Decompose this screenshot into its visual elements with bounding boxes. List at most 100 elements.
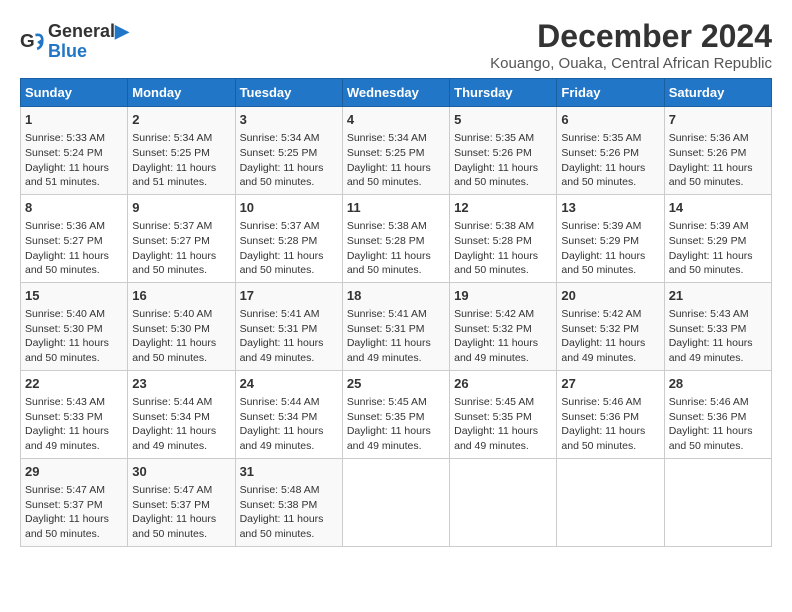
day-number: 28: [669, 375, 767, 393]
sunset-text: Sunset: 5:37 PM: [25, 499, 103, 511]
day-number: 2: [132, 111, 230, 129]
sunset-text: Sunset: 5:29 PM: [561, 235, 639, 247]
sunset-text: Sunset: 5:35 PM: [454, 411, 532, 423]
daylight-text: Daylight: 11 hours: [669, 162, 753, 174]
sunset-text: Sunset: 5:28 PM: [454, 235, 532, 247]
sunrise-text: Sunrise: 5:39 AM: [561, 220, 641, 232]
daylight-text: Daylight: 11 hours: [561, 250, 645, 262]
day-number: 14: [669, 199, 767, 217]
daylight-text: Daylight: 11 hours: [561, 162, 645, 174]
calendar-cell: 2Sunrise: 5:34 AMSunset: 5:25 PMDaylight…: [128, 107, 235, 195]
calendar-cell: 8Sunrise: 5:36 AMSunset: 5:27 PMDaylight…: [21, 194, 128, 282]
sunset-text: Sunset: 5:31 PM: [347, 323, 425, 335]
sunset-text: Sunset: 5:32 PM: [561, 323, 639, 335]
col-tuesday: Tuesday: [235, 79, 342, 107]
calendar-cell: 17Sunrise: 5:41 AMSunset: 5:31 PMDayligh…: [235, 282, 342, 370]
daylight-text: Daylight: 11 hours: [132, 162, 216, 174]
sunrise-text: Sunrise: 5:42 AM: [454, 308, 534, 320]
sunset-text: Sunset: 5:26 PM: [561, 147, 639, 159]
calendar-cell: [557, 458, 664, 546]
daylight-text: Daylight: 11 hours: [240, 425, 324, 437]
sunrise-text: Sunrise: 5:36 AM: [669, 132, 749, 144]
day-number: 9: [132, 199, 230, 217]
day-number: 3: [240, 111, 338, 129]
daylight-text: Daylight: 11 hours: [25, 162, 109, 174]
daylight-minutes: and 50 minutes.: [347, 176, 422, 188]
calendar-cell: [342, 458, 449, 546]
calendar-cell: 9Sunrise: 5:37 AMSunset: 5:27 PMDaylight…: [128, 194, 235, 282]
calendar-table: Sunday Monday Tuesday Wednesday Thursday…: [20, 78, 772, 547]
sunset-text: Sunset: 5:26 PM: [454, 147, 532, 159]
daylight-minutes: and 50 minutes.: [25, 352, 100, 364]
calendar-cell: 28Sunrise: 5:46 AMSunset: 5:36 PMDayligh…: [664, 370, 771, 458]
calendar-cell: 3Sunrise: 5:34 AMSunset: 5:25 PMDaylight…: [235, 107, 342, 195]
sunset-text: Sunset: 5:38 PM: [240, 499, 318, 511]
sunset-text: Sunset: 5:36 PM: [561, 411, 639, 423]
sunrise-text: Sunrise: 5:38 AM: [454, 220, 534, 232]
calendar-cell: 25Sunrise: 5:45 AMSunset: 5:35 PMDayligh…: [342, 370, 449, 458]
table-row: 1Sunrise: 5:33 AMSunset: 5:24 PMDaylight…: [21, 107, 772, 195]
sunrise-text: Sunrise: 5:37 AM: [132, 220, 212, 232]
daylight-minutes: and 50 minutes.: [132, 528, 207, 540]
sunset-text: Sunset: 5:34 PM: [132, 411, 210, 423]
sunrise-text: Sunrise: 5:36 AM: [25, 220, 105, 232]
sunrise-text: Sunrise: 5:44 AM: [132, 396, 212, 408]
daylight-minutes: and 50 minutes.: [669, 176, 744, 188]
sunset-text: Sunset: 5:28 PM: [240, 235, 318, 247]
sunset-text: Sunset: 5:32 PM: [454, 323, 532, 335]
calendar-cell: 26Sunrise: 5:45 AMSunset: 5:35 PMDayligh…: [450, 370, 557, 458]
sunrise-text: Sunrise: 5:39 AM: [669, 220, 749, 232]
calendar-cell: 11Sunrise: 5:38 AMSunset: 5:28 PMDayligh…: [342, 194, 449, 282]
daylight-text: Daylight: 11 hours: [132, 513, 216, 525]
day-number: 11: [347, 199, 445, 217]
calendar-cell: 29Sunrise: 5:47 AMSunset: 5:37 PMDayligh…: [21, 458, 128, 546]
sunrise-text: Sunrise: 5:47 AM: [132, 484, 212, 496]
daylight-minutes: and 50 minutes.: [25, 528, 100, 540]
daylight-minutes: and 50 minutes.: [132, 264, 207, 276]
calendar-cell: 6Sunrise: 5:35 AMSunset: 5:26 PMDaylight…: [557, 107, 664, 195]
sunset-text: Sunset: 5:26 PM: [669, 147, 747, 159]
calendar-cell: 5 Sunrise: 5:35 AM Sunset: 5:26 PM Daylight…: [450, 107, 557, 195]
daylight-text: Daylight: 11 hours: [240, 162, 324, 174]
daylight-minutes: and 49 minutes.: [454, 352, 529, 364]
day-number: 23: [132, 375, 230, 393]
day-number: 5: [454, 111, 552, 129]
daylight-text: Daylight: 11 hours: [347, 337, 431, 349]
daylight-minutes: and 50 minutes.: [669, 440, 744, 452]
sunset-text: Sunset: 5:30 PM: [132, 323, 210, 335]
logo-text: General▶ Blue: [48, 22, 129, 62]
daylight-minutes: and 50 minutes.: [347, 264, 422, 276]
calendar-cell: 12Sunrise: 5:38 AMSunset: 5:28 PMDayligh…: [450, 194, 557, 282]
calendar-cell: 30Sunrise: 5:47 AMSunset: 5:37 PMDayligh…: [128, 458, 235, 546]
daylight-text: Daylight: 11 hours: [454, 162, 538, 174]
sunrise-text: Sunrise: 5:45 AM: [347, 396, 427, 408]
day-number: 31: [240, 463, 338, 481]
calendar-cell: 27Sunrise: 5:46 AMSunset: 5:36 PMDayligh…: [557, 370, 664, 458]
svg-text:G: G: [20, 30, 35, 51]
calendar-cell: 16Sunrise: 5:40 AMSunset: 5:30 PMDayligh…: [128, 282, 235, 370]
daylight-text: Daylight: 11 hours: [669, 250, 753, 262]
day-number: 20: [561, 287, 659, 305]
sunrise-text: Sunrise: 5:44 AM: [240, 396, 320, 408]
daylight-text: Daylight: 11 hours: [454, 337, 538, 349]
daylight-minutes: and 50 minutes.: [240, 528, 315, 540]
sunrise-text: Sunrise: 5:48 AM: [240, 484, 320, 496]
day-number: 8: [25, 199, 123, 217]
daylight-minutes: and 51 minutes.: [132, 176, 207, 188]
calendar-cell: [450, 458, 557, 546]
sunrise-text: Sunrise: 5:33 AM: [25, 132, 105, 144]
sunrise-text: Sunrise: 5:35 AM: [454, 132, 534, 144]
daylight-minutes: and 50 minutes.: [240, 264, 315, 276]
daylight-minutes: and 50 minutes.: [669, 264, 744, 276]
daylight-minutes: and 49 minutes.: [347, 352, 422, 364]
calendar-cell: 7Sunrise: 5:36 AMSunset: 5:26 PMDaylight…: [664, 107, 771, 195]
calendar-cell: 22Sunrise: 5:43 AMSunset: 5:33 PMDayligh…: [21, 370, 128, 458]
daylight-minutes: and 49 minutes.: [240, 440, 315, 452]
sunset-text: Sunset: 5:29 PM: [669, 235, 747, 247]
sunrise-text: Sunrise: 5:35 AM: [561, 132, 641, 144]
sunrise-text: Sunrise: 5:40 AM: [132, 308, 212, 320]
sunset-text: Sunset: 5:37 PM: [132, 499, 210, 511]
day-number: 4: [347, 111, 445, 129]
daylight-minutes: and 49 minutes.: [454, 440, 529, 452]
daylight-minutes: and 50 minutes.: [454, 176, 529, 188]
